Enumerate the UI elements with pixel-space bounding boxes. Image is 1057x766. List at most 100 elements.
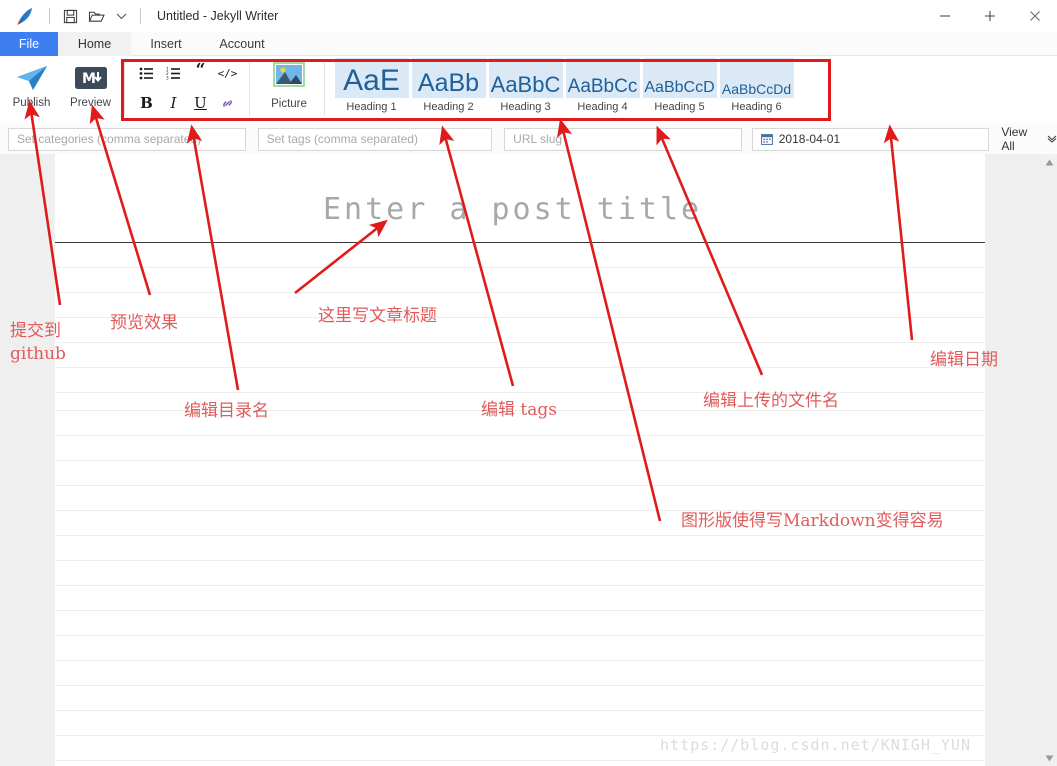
ruled-line bbox=[55, 585, 985, 586]
editor-page[interactable]: Enter a post title https://blog.csdn.net… bbox=[55, 154, 985, 766]
heading-1-sample: AaE bbox=[334, 58, 409, 98]
open-folder-icon[interactable] bbox=[83, 3, 109, 29]
app-logo-quill-icon bbox=[8, 0, 42, 32]
slug-placeholder: URL slug bbox=[513, 132, 563, 146]
post-title-input[interactable]: Enter a post title bbox=[323, 192, 702, 227]
markdown-icon: M bbox=[74, 61, 108, 95]
heading-2-sample: AaBb bbox=[411, 58, 486, 98]
maximize-button[interactable] bbox=[967, 0, 1012, 32]
ruled-line bbox=[55, 560, 985, 561]
post-metadata-bar: Set categories (comma separated) Set tag… bbox=[0, 124, 1057, 154]
heading-3-button[interactable]: AaBbC Heading 3 bbox=[487, 56, 564, 118]
numbered-list-icon[interactable]: 1 2 3 bbox=[162, 61, 186, 85]
ribbon-toolbar: Publish M Preview 1 2 3 “ </> B I U Pict… bbox=[0, 56, 1057, 122]
categories-input[interactable]: Set categories (comma separated) bbox=[8, 127, 246, 151]
ruled-line bbox=[55, 342, 985, 343]
watermark-text: https://blog.csdn.net/KNIGH_YUN bbox=[660, 736, 971, 754]
editor-scrollbar[interactable] bbox=[1041, 154, 1057, 766]
tags-placeholder: Set tags (comma separated) bbox=[266, 132, 418, 146]
heading-5-sample: AaBbCcD bbox=[642, 58, 717, 98]
ruled-line bbox=[55, 685, 985, 686]
code-icon[interactable]: </> bbox=[216, 61, 240, 85]
preview-button[interactable]: M Preview bbox=[63, 56, 118, 120]
heading-2-label: Heading 2 bbox=[423, 101, 474, 113]
titlebar-divider-2 bbox=[140, 8, 141, 24]
ribbon-divider-2 bbox=[249, 60, 250, 116]
editor-area: Enter a post title https://blog.csdn.net… bbox=[0, 154, 1057, 766]
view-all-button[interactable]: View All bbox=[1001, 125, 1057, 153]
categories-placeholder: Set categories (comma separated) bbox=[17, 132, 202, 146]
heading-button-group: AaE Heading 1 AaBb Heading 2 AaBbC Headi… bbox=[333, 56, 795, 120]
ruled-line bbox=[55, 317, 985, 318]
heading-2-button[interactable]: AaBb Heading 2 bbox=[410, 56, 487, 118]
ruled-line bbox=[55, 367, 985, 368]
heading-5-label: Heading 5 bbox=[654, 101, 705, 113]
svg-text:M: M bbox=[82, 71, 96, 87]
customize-caret-icon[interactable] bbox=[109, 3, 133, 29]
publish-button[interactable]: Publish bbox=[4, 56, 59, 120]
heading-1-label: Heading 1 bbox=[346, 101, 397, 113]
heading-4-button[interactable]: AaBbCc Heading 4 bbox=[564, 56, 641, 118]
heading-4-label: Heading 4 bbox=[577, 101, 628, 113]
ruled-line bbox=[55, 267, 985, 268]
picture-icon bbox=[273, 62, 305, 92]
ruled-line bbox=[55, 535, 985, 536]
window-title: Untitled - Jekyll Writer bbox=[157, 9, 279, 23]
underline-icon[interactable]: U bbox=[189, 91, 213, 115]
format-button-group: 1 2 3 “ </> B I U bbox=[133, 58, 241, 122]
italic-icon[interactable]: I bbox=[162, 91, 186, 115]
ruled-line bbox=[55, 660, 985, 661]
bullet-list-icon[interactable] bbox=[135, 61, 159, 85]
ribbon-tab-strip: File Home Insert Account bbox=[0, 32, 1057, 56]
minimize-button[interactable] bbox=[922, 0, 967, 32]
view-all-label: View All bbox=[1001, 125, 1028, 153]
tab-file[interactable]: File bbox=[0, 32, 58, 56]
preview-label: Preview bbox=[70, 97, 111, 109]
jekyll-writer-window: Untitled - Jekyll Writer File Home Inser… bbox=[0, 0, 1057, 766]
save-icon[interactable] bbox=[57, 3, 83, 29]
window-controls bbox=[922, 0, 1057, 32]
scroll-down-icon[interactable] bbox=[1041, 750, 1057, 766]
heading-5-button[interactable]: AaBbCcD Heading 5 bbox=[641, 56, 718, 118]
ruled-line bbox=[55, 410, 985, 411]
bold-icon[interactable]: B bbox=[135, 91, 159, 115]
ruled-line bbox=[55, 460, 985, 461]
ruled-line bbox=[55, 292, 985, 293]
ruled-line bbox=[55, 435, 985, 436]
heading-1-button[interactable]: AaE Heading 1 bbox=[333, 56, 410, 118]
ruled-lines bbox=[55, 154, 985, 766]
ruled-line bbox=[55, 760, 985, 761]
ruled-line bbox=[55, 510, 985, 511]
close-button[interactable] bbox=[1012, 0, 1057, 32]
tab-insert[interactable]: Insert bbox=[131, 32, 201, 56]
heading-6-sample: AaBbCcDd bbox=[719, 58, 794, 98]
heading-3-sample: AaBbC bbox=[488, 58, 563, 98]
ruled-line bbox=[55, 635, 985, 636]
svg-text:3: 3 bbox=[166, 75, 169, 79]
heading-3-label: Heading 3 bbox=[500, 101, 551, 113]
chevron-down-icon bbox=[1047, 132, 1057, 146]
titlebar-divider-1 bbox=[49, 8, 50, 24]
tab-account[interactable]: Account bbox=[201, 32, 283, 56]
heading-6-button[interactable]: AaBbCcDd Heading 6 bbox=[718, 56, 795, 118]
ruled-line bbox=[55, 710, 985, 711]
picture-label: Picture bbox=[271, 98, 307, 110]
date-input[interactable]: 2018-04-01 bbox=[751, 127, 990, 151]
blockquote-icon[interactable]: “ bbox=[189, 61, 213, 85]
title-bar: Untitled - Jekyll Writer bbox=[0, 0, 1057, 32]
slug-input[interactable]: URL slug bbox=[504, 127, 742, 151]
link-icon[interactable] bbox=[216, 91, 240, 115]
publish-label: Publish bbox=[12, 97, 51, 109]
scroll-up-icon[interactable] bbox=[1041, 154, 1057, 170]
heading-4-sample: AaBbCc bbox=[565, 58, 640, 98]
tags-input[interactable]: Set tags (comma separated) bbox=[257, 127, 493, 151]
picture-button[interactable]: Picture bbox=[258, 56, 320, 120]
heading-6-label: Heading 6 bbox=[731, 101, 782, 113]
ruled-line bbox=[55, 610, 985, 611]
tab-home[interactable]: Home bbox=[58, 32, 131, 56]
calendar-icon bbox=[760, 133, 773, 145]
ruled-line bbox=[55, 392, 985, 393]
ribbon-divider-3 bbox=[324, 60, 325, 116]
paper-plane-icon bbox=[15, 61, 49, 95]
date-value: 2018-04-01 bbox=[778, 132, 841, 146]
